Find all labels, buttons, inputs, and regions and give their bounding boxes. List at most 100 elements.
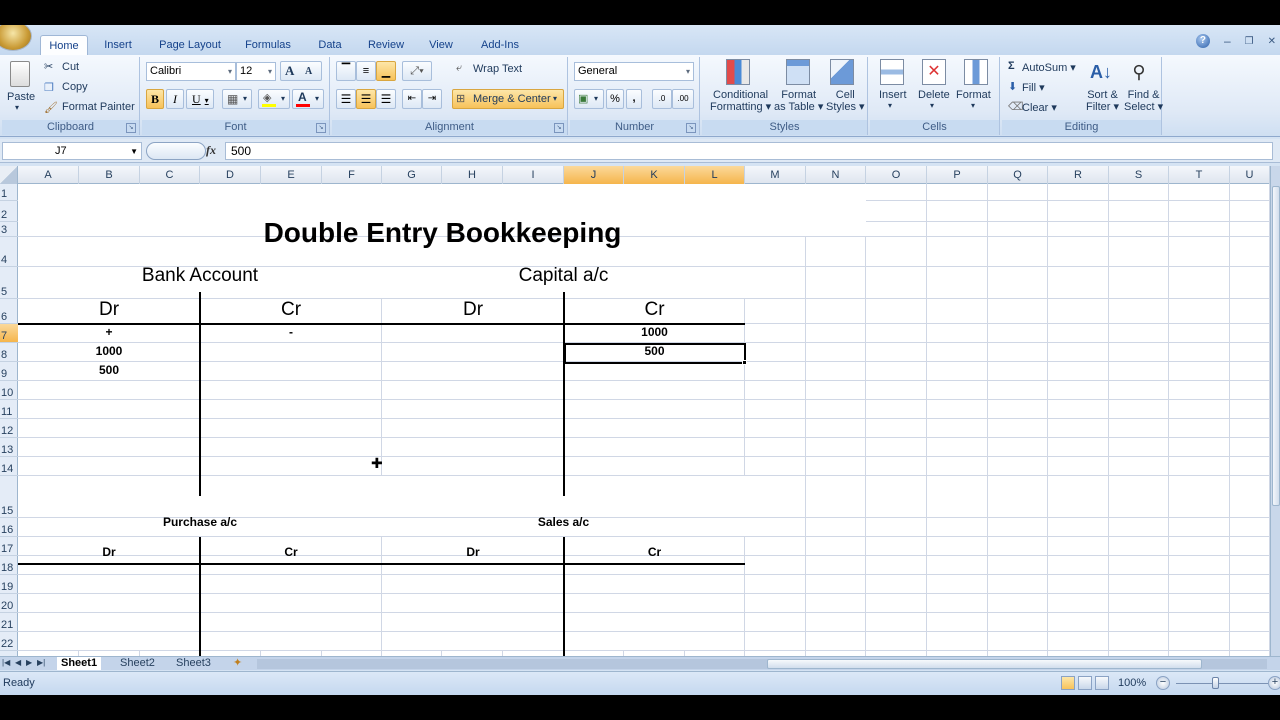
tab-home[interactable]: Home — [40, 35, 88, 55]
row-header-19[interactable]: 19 — [0, 575, 18, 594]
chevron-down-icon[interactable]: ▾ — [228, 63, 232, 80]
tab-data[interactable]: Data — [312, 35, 348, 55]
align-bottom-button[interactable]: ▁ — [376, 61, 396, 81]
purchase-dr-header[interactable]: Dr — [18, 545, 200, 559]
row-header-7[interactable]: 7 — [0, 324, 18, 343]
page-break-view-icon[interactable] — [1095, 676, 1109, 690]
shrink-font-button[interactable]: A — [305, 66, 312, 77]
page-layout-view-icon[interactable] — [1078, 676, 1092, 690]
format-painter-button[interactable]: Format Painter — [62, 101, 135, 113]
zoom-slider-track[interactable] — [1176, 683, 1268, 684]
accounting-format-button[interactable]: ▣ ▾ — [574, 89, 604, 109]
tab-view[interactable]: View — [424, 35, 458, 55]
row-header-6[interactable]: 6 — [0, 299, 18, 324]
first-sheet-icon[interactable]: |◀ — [2, 658, 10, 667]
find-select-button[interactable]: Find & Select ▾ — [1124, 89, 1163, 113]
capital-dr-header[interactable]: Dr — [382, 299, 564, 321]
fill-handle[interactable] — [742, 360, 747, 365]
bank-dr-entry[interactable]: + — [18, 325, 200, 339]
merge-center-button[interactable]: ⊞ Merge & Center ▾ — [452, 89, 564, 109]
column-header-i[interactable]: I — [503, 166, 564, 184]
row-header-22[interactable]: 22 — [0, 632, 18, 651]
column-header-k[interactable]: K — [624, 166, 685, 184]
tab-review[interactable]: Review — [362, 35, 410, 55]
paste-icon[interactable] — [10, 61, 30, 87]
row-header-21[interactable]: 21 — [0, 613, 18, 632]
row-header-8[interactable]: 8 — [0, 343, 18, 362]
worksheet-grid[interactable]: ABCDEFGHIJKLMNOPQRSTU 1 2 3 4 5 6 7 8 9 10 11 12 13 1… — [0, 166, 1280, 656]
bank-cr-entry[interactable]: - — [200, 325, 382, 339]
normal-view-icon[interactable] — [1061, 676, 1075, 690]
tab-page-layout[interactable]: Page Layout — [152, 35, 228, 55]
italic-button[interactable]: I — [166, 89, 184, 109]
account-title-capital[interactable]: Capital a/c — [382, 265, 745, 287]
format-as-table-button[interactable]: Format as Table ▾ — [774, 89, 823, 113]
chevron-down-icon[interactable]: ▼ — [130, 144, 138, 160]
comma-button[interactable]: , — [626, 89, 642, 109]
row-header-18[interactable]: 18 — [0, 556, 18, 575]
column-header-h[interactable]: H — [442, 166, 503, 184]
last-sheet-icon[interactable]: ▶| — [37, 658, 45, 667]
chevron-down-icon[interactable]: ▾ — [930, 101, 934, 110]
bank-dr-entry[interactable]: 500 — [18, 363, 200, 377]
row-header-20[interactable]: 20 — [0, 594, 18, 613]
sheet-title[interactable]: Double Entry Bookkeeping — [140, 217, 745, 249]
column-header-a[interactable]: A — [18, 166, 79, 184]
row-header-14[interactable]: 14 — [0, 457, 18, 476]
name-box[interactable]: J7 ▼ — [2, 142, 142, 160]
column-header-c[interactable]: C — [140, 166, 200, 184]
insert-sheet-icon[interactable]: ✦ — [229, 657, 246, 670]
column-header-j[interactable]: J — [564, 166, 624, 184]
decrease-decimal-button[interactable]: .00 — [672, 89, 694, 109]
format-cells-button[interactable]: Format — [956, 89, 991, 101]
column-header-s[interactable]: S — [1109, 166, 1169, 184]
bank-dr-entry[interactable]: 1000 — [18, 344, 200, 358]
grow-font-button[interactable]: A — [285, 63, 294, 79]
row-header-11[interactable]: 11 — [0, 400, 18, 419]
column-header-o[interactable]: O — [866, 166, 927, 184]
cut-button[interactable]: Cut — [62, 61, 79, 73]
fill-color-button[interactable]: ◈ ▾ — [258, 89, 290, 109]
sales-dr-header[interactable]: Dr — [382, 545, 564, 559]
orientation-button[interactable]: ⤢▾ — [402, 61, 432, 81]
decrease-indent-button[interactable]: ⇤ — [402, 89, 422, 109]
row-header-10[interactable]: 10 — [0, 381, 18, 400]
office-button[interactable] — [0, 25, 32, 51]
account-title-purchase[interactable]: Purchase a/c — [18, 515, 382, 529]
increase-indent-button[interactable]: ⇥ — [422, 89, 442, 109]
bank-dr-header[interactable]: Dr — [18, 299, 200, 321]
vertical-scrollbar[interactable] — [1270, 166, 1280, 656]
align-center-button[interactable]: ☰ — [356, 89, 376, 109]
capital-cr-entry[interactable]: 1000 — [564, 325, 745, 339]
zoom-out-icon[interactable]: − — [1156, 676, 1170, 690]
underline-button[interactable]: U ▾ — [186, 89, 214, 109]
align-top-button[interactable]: ▔ — [336, 61, 356, 81]
column-header-b[interactable]: B — [79, 166, 140, 184]
sheet-tab-sheet3[interactable]: Sheet3 — [172, 657, 215, 670]
copy-button[interactable]: Copy — [62, 81, 88, 93]
row-header-4[interactable]: 4 — [0, 237, 18, 267]
paste-button[interactable]: Paste — [7, 91, 35, 103]
row-header-2[interactable]: 2 — [0, 201, 18, 222]
tab-add-ins[interactable]: Add-Ins — [474, 35, 526, 55]
zoom-level[interactable]: 100% — [1118, 677, 1146, 689]
column-header-r[interactable]: R — [1048, 166, 1109, 184]
formula-input[interactable]: 500 — [225, 142, 1273, 160]
column-header-m[interactable]: M — [745, 166, 806, 184]
paste-dropdown-icon[interactable]: ▾ — [15, 103, 19, 112]
chevron-down-icon[interactable]: ▾ — [971, 101, 975, 110]
column-header-l[interactable]: L — [685, 166, 745, 184]
column-header-f[interactable]: F — [322, 166, 382, 184]
insert-cells-button[interactable]: Insert — [879, 89, 907, 101]
row-header-1[interactable]: 1 — [0, 184, 18, 201]
bank-cr-header[interactable]: Cr — [200, 299, 382, 321]
sheet-tab-sheet1[interactable]: Sheet1 — [57, 657, 102, 670]
zoom-in-icon[interactable]: + — [1268, 676, 1280, 690]
font-size-combo[interactable]: 12 ▾ — [236, 62, 276, 81]
conditional-formatting-button[interactable]: Conditional Formatting ▾ — [710, 89, 771, 113]
chevron-down-icon[interactable]: ▾ — [888, 101, 892, 110]
font-name-combo[interactable]: Calibri ▾ — [146, 62, 236, 81]
insert-function-icon[interactable]: fx — [206, 143, 216, 158]
purchase-cr-header[interactable]: Cr — [200, 545, 382, 559]
restore-icon[interactable]: ❐ — [1245, 36, 1254, 47]
